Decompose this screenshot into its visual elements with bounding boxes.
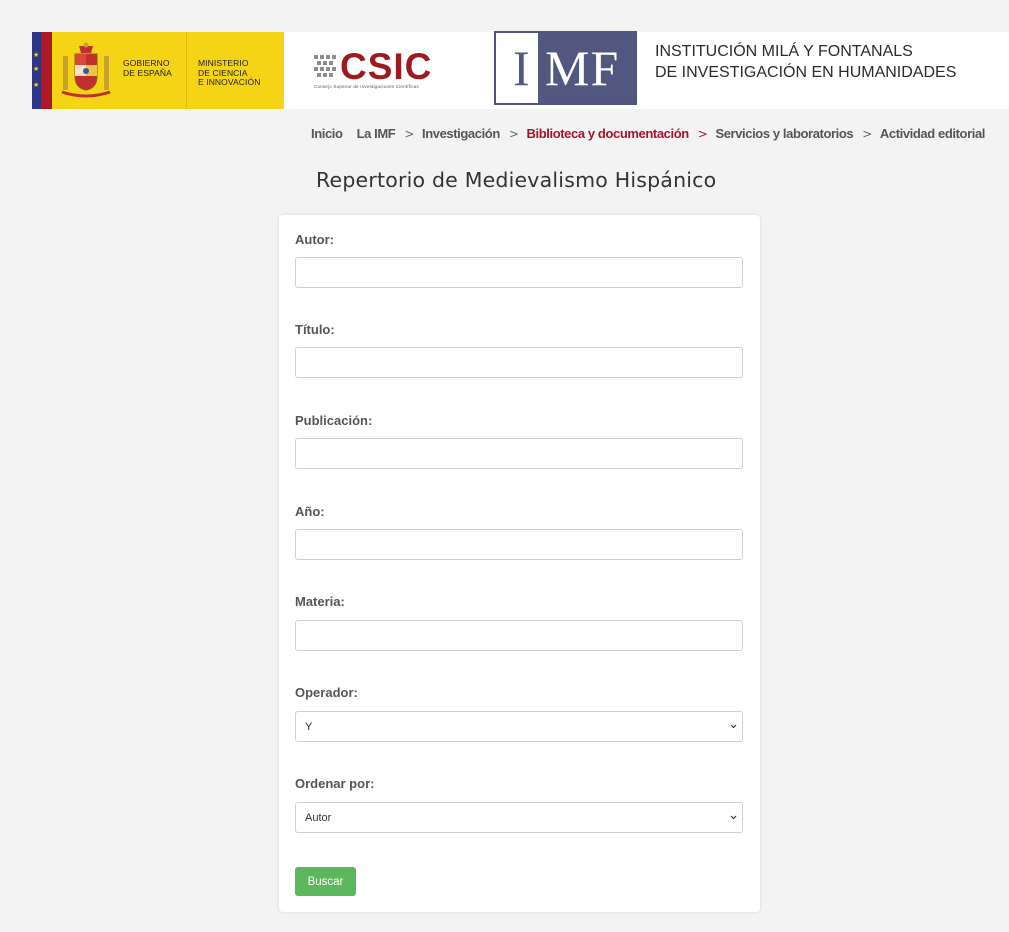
main-nav: Inicio La IMF > Investigación > Biblioteca y … <box>311 125 985 143</box>
chevron-down-icon <box>730 815 737 820</box>
search-button[interactable]: Buscar <box>295 867 356 896</box>
nav-separator: > <box>508 127 519 141</box>
ordenar-label: Ordenar por: <box>295 776 375 791</box>
csic-wordmark: CSIC <box>340 46 433 87</box>
ministerio-label: MINISTERIO DE CIENCIA E INNOVACIÓN <box>198 58 261 87</box>
ordenar-select[interactable]: Autor <box>295 802 743 833</box>
ordenar-selected-value: Autor <box>305 811 332 824</box>
operador-selected-value: Y <box>305 720 313 733</box>
chevron-down-icon <box>730 724 737 729</box>
nav-item-investigacion[interactable]: Investigación <box>422 125 500 143</box>
csic-emblem-icon <box>314 55 336 77</box>
institution-name-line1: INSTITUCIÓN MILÁ Y FONTANALS <box>655 43 913 60</box>
nav-item-biblioteca[interactable]: Biblioteca y documentación <box>527 125 690 143</box>
autor-input[interactable] <box>295 257 743 288</box>
publicacion-label: Publicación: <box>295 413 373 428</box>
gobierno-label: GOBIERNO DE ESPAÑA <box>123 58 172 78</box>
nav-separator: > <box>697 127 708 141</box>
divider <box>186 32 187 109</box>
search-form: Autor: Título: Publicación: Año: Materia… <box>279 215 760 912</box>
operador-select[interactable]: Y <box>295 711 743 742</box>
titulo-label: Título: <box>295 322 335 337</box>
eu-flag-strip: ★ ★ ★ <box>32 32 52 109</box>
materia-label: Materia: <box>295 594 345 609</box>
nav-item-inicio[interactable]: Inicio <box>311 125 343 143</box>
materia-input[interactable] <box>295 620 743 651</box>
csic-logo[interactable]: CSIC Consejo Superior de Investigaciones… <box>312 46 457 94</box>
imf-logo[interactable]: I MF <box>494 31 637 105</box>
nav-item-actividad-editorial[interactable]: Actividad editorial <box>880 125 985 143</box>
imf-letters-mf: MF <box>545 40 620 96</box>
nav-separator: > <box>404 127 414 141</box>
page-title: Repertorio de Medievalismo Hispánico <box>316 168 717 192</box>
titulo-input[interactable] <box>295 347 743 378</box>
anio-label: Año: <box>295 504 325 519</box>
anio-input[interactable] <box>295 529 743 560</box>
gobierno-logo[interactable]: ★ ★ ★ GOBIERNO DE ESPAÑA MINISTERIO DE C… <box>32 32 284 109</box>
nav-item-servicios[interactable]: Servicios y laboratorios <box>715 125 853 143</box>
publicacion-input[interactable] <box>295 438 743 469</box>
operador-label: Operador: <box>295 685 358 700</box>
coat-of-arms-icon <box>61 42 111 98</box>
page: ★ ★ ★ GOBIERNO DE ESPAÑA MINISTERIO DE C… <box>0 0 1009 932</box>
autor-label: Autor: <box>295 232 334 247</box>
csic-subtitle: Consejo Superior de Investigaciones Cien… <box>314 84 419 89</box>
nav-item-la-imf[interactable]: La IMF <box>357 125 396 143</box>
header-banner: ★ ★ ★ GOBIERNO DE ESPAÑA MINISTERIO DE C… <box>32 31 1009 109</box>
imf-letter-i: I <box>513 40 530 96</box>
nav-separator: > <box>862 127 872 141</box>
institution-name-line2: DE INVESTIGACIÓN EN HUMANIDADES <box>655 64 957 81</box>
